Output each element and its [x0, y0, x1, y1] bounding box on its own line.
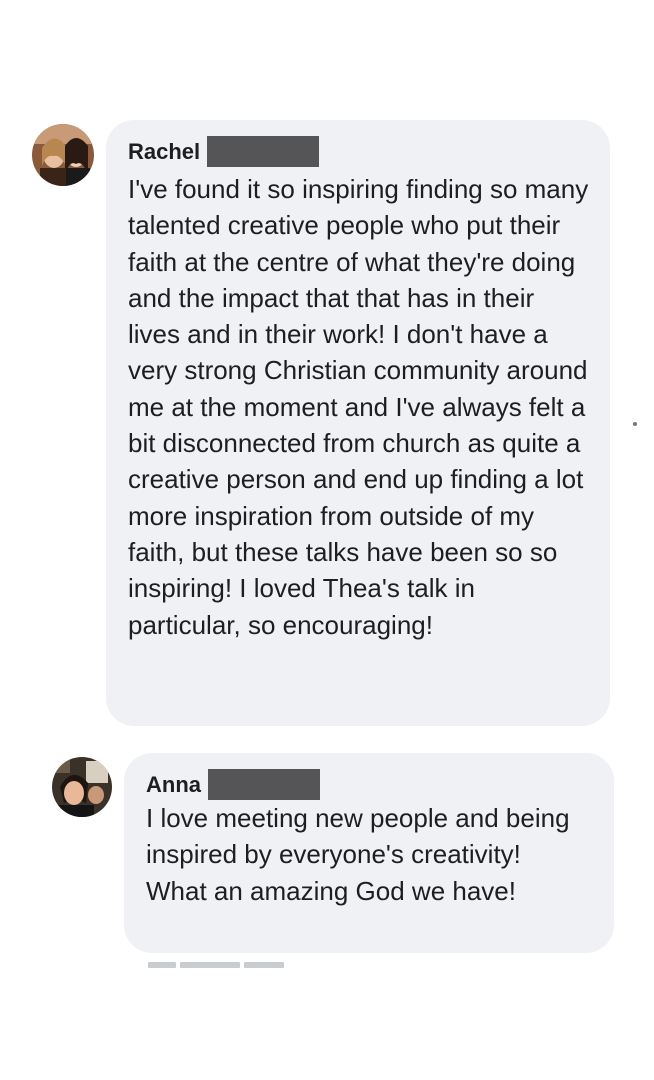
next-comment-cutoff [148, 962, 284, 968]
user-photo-avatar-icon [32, 124, 94, 186]
rachel-avatar[interactable] [32, 124, 94, 186]
redacted-surname [208, 769, 320, 800]
comment-text: I've found it so inspiring finding so ma… [128, 174, 589, 640]
comment-text: I love meeting new people and being insp… [146, 803, 570, 906]
options-dot-icon[interactable] [633, 422, 637, 426]
author-name-link[interactable]: Rachel [128, 138, 200, 166]
author-name-link[interactable]: Anna [146, 771, 201, 799]
redacted-surname [207, 136, 320, 167]
comment-author: Rachel [128, 136, 588, 167]
comment-author: Anna [146, 769, 592, 800]
comment-bubble: Rachel I've found it so inspiring findin… [106, 120, 610, 726]
comment-bubble: Anna I love meeting new people and being… [124, 753, 614, 953]
user-photo-avatar-icon [52, 757, 112, 817]
anna-avatar[interactable] [52, 757, 112, 817]
